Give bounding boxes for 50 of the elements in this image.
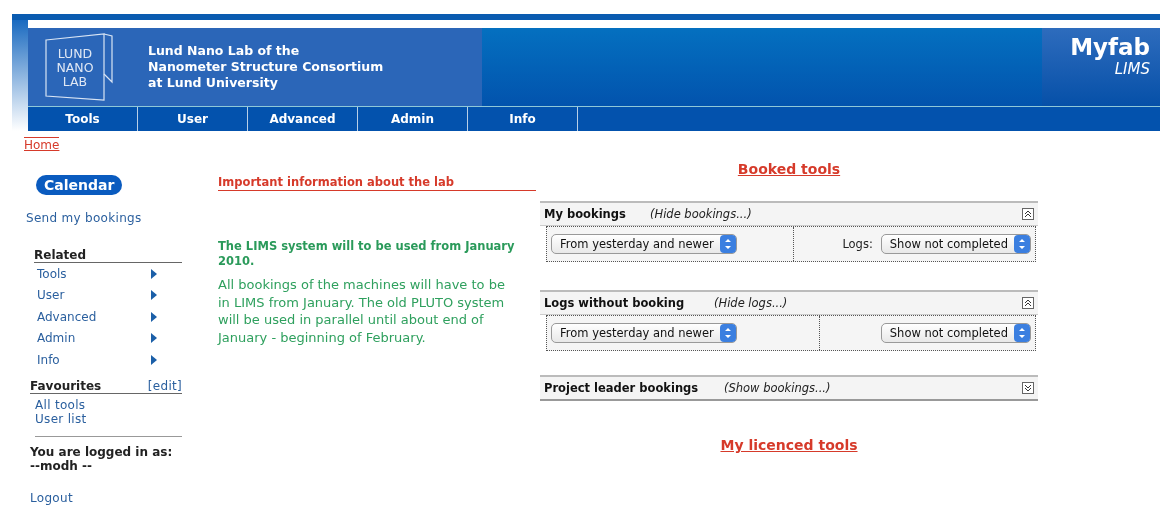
related-link[interactable]: Admin <box>37 327 157 349</box>
nav-item[interactable]: Advanced <box>248 107 358 131</box>
nav-item[interactable]: User <box>138 107 248 131</box>
toggle-link[interactable]: (Hide logs...) <box>714 296 1022 310</box>
info-title: Important information about the lab <box>218 175 536 191</box>
dropdown[interactable]: Show not completed <box>880 234 1031 254</box>
dropdown[interactable]: From yesterday and newer <box>551 234 737 254</box>
panel-title: Logs without booking <box>544 296 686 310</box>
send-bookings-link[interactable]: Send my bookings <box>26 211 142 225</box>
triangle-right-icon <box>151 311 157 322</box>
nav-item[interactable]: Admin <box>358 107 468 131</box>
related-link[interactable]: Info <box>37 349 157 371</box>
triangle-right-icon <box>151 268 157 279</box>
nav-item[interactable]: Info <box>468 107 578 131</box>
section-title: Favourites <box>30 378 102 393</box>
username: --modh -- <box>30 458 92 473</box>
login-status: You are logged in as: <box>30 444 174 459</box>
favourite-link[interactable]: All tools <box>35 397 182 412</box>
organization-name: Lund Nano Lab of the Nanometer Structure Consortium at Lund University <box>148 43 384 91</box>
related-link[interactable]: Advanced <box>37 306 157 328</box>
related-link[interactable]: User <box>37 284 157 306</box>
info-text: All bookings of the machines will have to be in LIMS from January. The old PLUTO system will be used in parallel until about end of January - beginning of February. <box>218 276 506 346</box>
logo-text: LUND NANO LAB <box>56 46 94 89</box>
related-link[interactable]: Tools <box>37 263 157 285</box>
info-headline: The LIMS system will to be used from January 2010. <box>218 239 516 269</box>
collapse-icon[interactable] <box>1022 208 1034 220</box>
section-title: Related <box>34 248 87 262</box>
nav-item[interactable]: Tools <box>28 107 138 131</box>
expand-icon[interactable] <box>1022 382 1034 394</box>
edit-link[interactable]: [edit] <box>147 378 182 393</box>
dropdown[interactable]: From yesterday and newer <box>551 323 737 343</box>
licenced-tools-link[interactable]: My licenced tools <box>720 437 858 453</box>
favourite-link[interactable]: User list <box>35 411 182 426</box>
panel-title: Project leader bookings <box>544 381 700 395</box>
collapse-icon[interactable] <box>1022 297 1034 309</box>
logs-label: Logs: <box>842 237 873 251</box>
booked-tools-link[interactable]: Booked tools <box>737 161 841 177</box>
triangle-right-icon <box>151 290 157 301</box>
building-outline-icon <box>45 33 113 101</box>
triangle-right-icon <box>151 333 157 344</box>
dropdown[interactable]: Show not completed <box>880 323 1031 343</box>
panel-title: My bookings <box>544 207 627 221</box>
brand-subtitle: LIMS <box>1114 60 1150 78</box>
triangle-right-icon <box>151 354 157 365</box>
brand-name: Myfab <box>1070 34 1150 60</box>
calendar-button[interactable]: Calendar <box>36 175 123 195</box>
toggle-link[interactable]: (Show bookings...) <box>724 381 1022 395</box>
logout-link[interactable]: Logout <box>30 490 73 505</box>
toggle-link[interactable]: (Hide bookings...) <box>650 207 1022 221</box>
breadcrumb-link[interactable]: Home <box>24 137 60 152</box>
